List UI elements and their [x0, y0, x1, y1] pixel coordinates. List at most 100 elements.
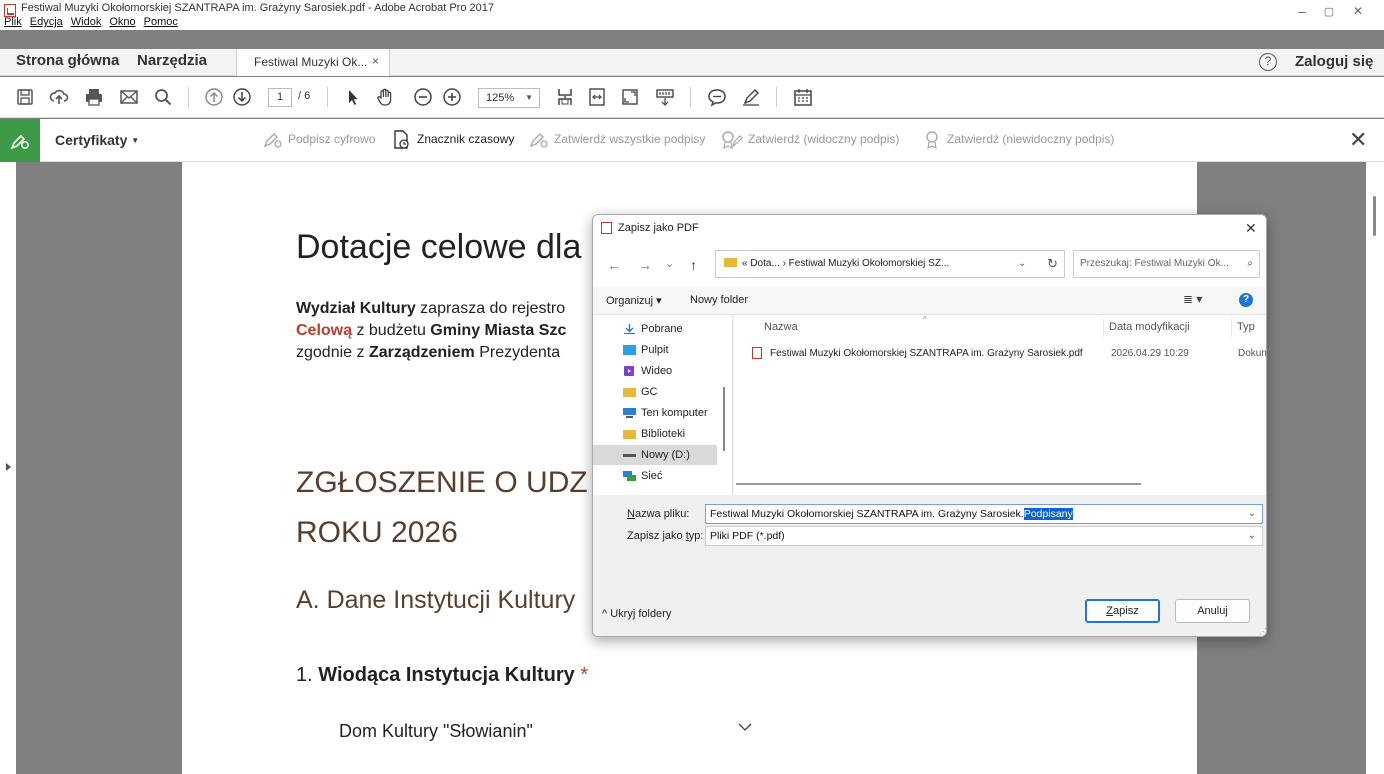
save-button[interactable]: Zapisz: [1085, 599, 1160, 623]
page-up-icon[interactable]: [203, 86, 225, 108]
read-mode-icon[interactable]: [654, 86, 676, 108]
help-icon[interactable]: ?: [1259, 53, 1277, 71]
intro-bold: Zarządzeniem: [368, 344, 475, 361]
tab-close-icon[interactable]: ×: [372, 54, 379, 68]
nav-item-biblioteki[interactable]: Biblioteki: [593, 424, 717, 444]
column-divider[interactable]: [1103, 319, 1104, 337]
nav-item-wideo[interactable]: Wideo: [593, 361, 717, 381]
timestamp-button[interactable]: Znacznik czasowy: [417, 132, 514, 146]
validate-visible-button[interactable]: Zatwierdź (widoczny podpis): [748, 132, 899, 146]
nav-item-ten-komputer[interactable]: Ten komputer: [593, 403, 717, 423]
nav-item-label: Ten komputer: [641, 407, 708, 419]
certificates-tool-icon[interactable]: [0, 119, 40, 162]
page-number-input[interactable]: 1: [268, 88, 292, 107]
tab-tools[interactable]: Narzędzia: [137, 52, 207, 69]
dialog-close-icon[interactable]: ✕: [1245, 220, 1257, 237]
recent-locations-icon[interactable]: ⌄: [665, 257, 674, 270]
chevron-down-icon[interactable]: [738, 720, 752, 734]
mail-icon[interactable]: [118, 86, 140, 108]
hand-icon[interactable]: [374, 86, 396, 108]
forward-icon[interactable]: →: [638, 257, 652, 273]
maximize-button[interactable]: ▢: [1314, 5, 1344, 18]
minimize-button[interactable]: –: [1287, 3, 1317, 19]
chevron-down-icon[interactable]: ⌄: [1248, 505, 1256, 523]
sign-digitally-button[interactable]: Podpisz cyfrowo: [288, 132, 375, 146]
vertical-scrollbar[interactable]: [1366, 162, 1384, 774]
pdf-file-icon: [601, 222, 612, 234]
new-folder-button[interactable]: Nowy folder: [690, 294, 748, 306]
library-icon: [623, 430, 636, 439]
nav-item-siec[interactable]: Sieć: [593, 466, 717, 486]
zoom-out-icon[interactable]: [412, 86, 434, 108]
print-icon[interactable]: [83, 86, 105, 108]
validate-invisible-button[interactable]: Zatwierdź (niewidoczny podpis): [947, 132, 1114, 146]
file-type: Dokum: [1238, 348, 1267, 359]
nav-item-label: Nowy (D:): [641, 449, 690, 461]
nav-item-label: Pulpit: [641, 344, 669, 356]
comment-icon[interactable]: [706, 86, 728, 108]
filetype-select[interactable]: Pliki PDF (*.pdf) ⌄: [705, 526, 1263, 546]
resize-grip-icon[interactable]: ⋰: [1259, 627, 1266, 636]
question-answer-field[interactable]: Dom Kultury "Słowianin": [339, 721, 533, 742]
menu-pomoc[interactable]: Pomoc: [144, 16, 178, 28]
back-icon[interactable]: ←: [607, 257, 621, 273]
fit-page-icon[interactable]: [554, 86, 576, 108]
calendar-icon[interactable]: [792, 86, 814, 108]
login-button[interactable]: Zaloguj się: [1295, 53, 1373, 70]
view-options-icon[interactable]: ≣ ▾: [1183, 292, 1202, 306]
upload-icon[interactable]: [48, 86, 70, 108]
tab-home[interactable]: Strona główna: [16, 52, 119, 69]
column-type[interactable]: Typ: [1237, 321, 1255, 333]
subsection-heading: A. Dane Instytucji Kultury: [296, 586, 576, 614]
page-total: / 6: [298, 90, 311, 102]
pen-icon[interactable]: [740, 86, 762, 108]
close-window-button[interactable]: ✕: [1343, 4, 1373, 18]
address-bar[interactable]: « Dota... › Festiwal Muzyki Okołomorskie…: [715, 250, 1065, 278]
menu-okno[interactable]: Okno: [109, 16, 135, 28]
fit-width-icon[interactable]: [586, 86, 608, 108]
hide-folders-button[interactable]: ^ Ukryj foldery: [602, 608, 671, 620]
menu-edycja[interactable]: Edycja: [30, 16, 63, 28]
zoom-in-icon[interactable]: [441, 86, 463, 108]
nav-item-nowy-d[interactable]: Nowy (D:): [593, 445, 717, 465]
chevron-down-icon: ⌄: [1247, 530, 1256, 541]
nav-item-pulpit[interactable]: Pulpit: [593, 340, 717, 360]
search-input[interactable]: Przeszukaj: Festiwal Muzyki Ok... ⌕: [1073, 250, 1260, 278]
refresh-icon[interactable]: ↻: [1047, 251, 1058, 277]
tab-row: Strona główna Narzędzia Festiwal Muzyki …: [0, 49, 1384, 76]
up-folder-icon[interactable]: ↑: [690, 257, 697, 273]
column-divider[interactable]: [1231, 319, 1232, 337]
full-screen-icon[interactable]: [619, 86, 641, 108]
menu-widok[interactable]: Widok: [71, 16, 102, 28]
intro-paragraph: Wydział Kultury zaprasza do rejestro Cel…: [296, 298, 566, 364]
help-icon[interactable]: ?: [1239, 293, 1253, 307]
validate-all-button[interactable]: Zatwierdź wszystkie podpisy: [554, 132, 705, 146]
page-down-icon[interactable]: [231, 86, 253, 108]
close-certificates-icon[interactable]: ✕: [1349, 127, 1367, 153]
menu-plik[interactable]: Plik: [4, 16, 22, 28]
organize-button[interactable]: Organizuj ▾: [606, 294, 662, 307]
column-modified[interactable]: Data modyfikacji: [1109, 321, 1190, 333]
accelerator-key: N: [627, 508, 635, 520]
cancel-button[interactable]: Anuluj: [1175, 599, 1250, 623]
nav-scrollbar[interactable]: [723, 387, 725, 451]
toolbar-divider: [776, 87, 777, 107]
tab-document[interactable]: Festiwal Muzyki Ok... ×: [236, 49, 390, 76]
file-row[interactable]: Festiwal Muzyki Okołomorskiej SZANTRAPA …: [734, 343, 1267, 365]
nav-item-pobrane[interactable]: Pobrane: [593, 319, 717, 339]
nav-item-label: Biblioteki: [641, 428, 686, 440]
zoom-select[interactable]: 125% ▼: [478, 88, 540, 108]
chevron-down-icon[interactable]: ⌄: [1018, 251, 1026, 277]
scrollbar-thumb[interactable]: [1373, 196, 1376, 236]
dialog-title-bar: Zapisz jako PDF ✕: [593, 215, 1266, 243]
horizontal-scrollbar[interactable]: [736, 483, 1141, 485]
certificates-menu[interactable]: Certyfikaty ▼: [55, 132, 139, 148]
chevron-down-icon: ▼: [525, 93, 533, 102]
select-arrow-icon[interactable]: [342, 86, 364, 108]
column-name[interactable]: Nazwa: [764, 321, 798, 333]
nav-item-gc[interactable]: GC: [593, 382, 717, 402]
filename-input[interactable]: Festiwal Muzyki Okołomorskiej SZANTRAPA …: [705, 504, 1263, 524]
search-icon[interactable]: [152, 86, 174, 108]
save-icon[interactable]: [14, 86, 36, 108]
left-panel-toggle[interactable]: [0, 162, 16, 774]
